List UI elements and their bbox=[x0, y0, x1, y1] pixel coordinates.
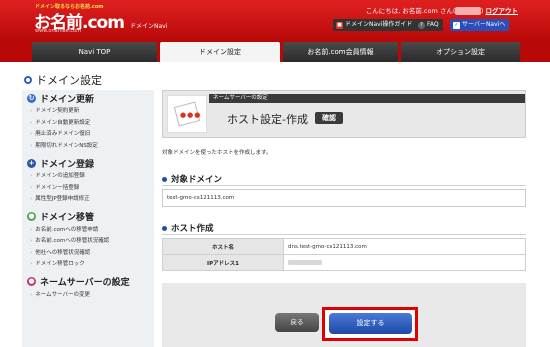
tab-domain-settings[interactable]: ドメイン設定 bbox=[160, 42, 280, 62]
sidebar-item-jp-attribute[interactable]: 属性型JP登録申請修正 bbox=[22, 194, 154, 206]
divider bbox=[162, 234, 526, 235]
step-title: ホスト設定-作成 bbox=[227, 113, 308, 126]
table-row: IPアドレス1 bbox=[162, 254, 526, 271]
tab-option-settings[interactable]: オプション設定 bbox=[401, 42, 520, 62]
target-domain-heading-text: 対象ドメイン bbox=[171, 175, 223, 185]
sidebar-item-transfer-status[interactable]: お名前.comへの移管状況確認 bbox=[22, 236, 154, 248]
divider bbox=[162, 185, 526, 186]
step-thumbnail: ●●● bbox=[167, 95, 207, 133]
sidebar-item-ns-change[interactable]: ネームサーバーの変更 bbox=[22, 290, 154, 302]
sidebar-item-auto-renewal[interactable]: ドメイン自動更新設定 bbox=[22, 118, 154, 130]
question-icon: ? bbox=[418, 21, 425, 29]
submit-settings-button[interactable]: 設定する bbox=[329, 313, 412, 334]
transfer-icon: ● bbox=[27, 212, 36, 221]
operation-guide-label: ドメインNavi操作ガイド bbox=[345, 21, 413, 28]
tab-navi-top[interactable]: Navi TOP bbox=[32, 42, 157, 62]
logo-subtitle: ドメインNavi bbox=[130, 23, 168, 30]
sidebar-item-transfer-request[interactable]: お名前.comへの移管申請 bbox=[22, 225, 154, 237]
page-title: ドメイン設定 bbox=[24, 72, 102, 88]
logo-url: www.onamae.com bbox=[35, 28, 81, 34]
sidebar-section-transfer: ● ドメイン移管 bbox=[22, 209, 154, 225]
faq-button[interactable]: ? FAQ bbox=[415, 19, 443, 31]
sidebar-section-title: ネームサーバーの設定 bbox=[40, 278, 130, 288]
ip-address-label: IPアドレス1 bbox=[162, 254, 284, 271]
sidebar-item-expired-ns[interactable]: 期限切れドメインNS設定 bbox=[22, 141, 154, 153]
operation-guide-button[interactable]: ■ ドメインNavi操作ガイド bbox=[333, 19, 417, 31]
page-description: 対象ドメインを使ったホストを作成します。 bbox=[162, 150, 272, 156]
back-button[interactable]: 戻る bbox=[275, 313, 319, 332]
ring-bullet-icon bbox=[24, 76, 32, 84]
server-navi-button[interactable]: ✓ サーバーNaviへ bbox=[450, 19, 510, 31]
table-row: ホスト名 dns.test-gmo-cs121113.com bbox=[162, 238, 526, 255]
host-name-value: dns.test-gmo-cs121113.com bbox=[283, 238, 526, 255]
server-navi-label: サーバーNaviへ bbox=[462, 21, 506, 28]
welcome-message: こんにちは, お名前.com さん(******) ログアウト bbox=[366, 5, 518, 15]
host-create-heading-text: ホスト作成 bbox=[171, 224, 214, 234]
sidebar-item-contract-renewal[interactable]: ドメイン契約更新 bbox=[22, 106, 154, 118]
host-create-heading: ホスト作成 bbox=[162, 222, 214, 234]
faq-label: FAQ bbox=[427, 21, 439, 28]
logout-link[interactable]: ログアウト bbox=[486, 7, 519, 15]
target-domain-value: test-gmo-cs121113.com bbox=[162, 189, 526, 207]
welcome-prefix: こんにちは, お名前.com さん( bbox=[365, 7, 456, 15]
host-name-label: ホスト名 bbox=[162, 238, 284, 255]
refresh-icon: ↻ bbox=[27, 93, 36, 103]
site-header: ドメイン取るならお名前.com お名前.com www.onamae.com ド… bbox=[0, 0, 550, 42]
bullet-dot-icon bbox=[162, 176, 167, 182]
plus-icon: + bbox=[27, 158, 36, 168]
sidebar-item-outbound-status[interactable]: 他社への移管状況確認 bbox=[22, 248, 154, 260]
step-status-badge: 確認 bbox=[315, 112, 343, 124]
step-category-bar: ネームサーバーの設定 bbox=[209, 94, 525, 103]
book-icon: ■ bbox=[336, 21, 343, 29]
sidebar-section-title: ドメイン更新 bbox=[40, 94, 95, 105]
ip-address-value bbox=[283, 254, 526, 271]
masked-user-id: ****** bbox=[455, 7, 481, 15]
check-icon: ✓ bbox=[453, 21, 460, 29]
page-title-text: ドメイン設定 bbox=[36, 74, 102, 87]
tab-member-info[interactable]: お名前.com会員情報 bbox=[283, 42, 398, 62]
dots-icon: ●●● bbox=[180, 111, 202, 119]
sidebar-section-update: ↻ ドメイン更新 bbox=[22, 90, 154, 106]
sidebar-item-bulk-register[interactable]: ドメイン一括登録 bbox=[22, 183, 154, 195]
sidebar-section-nameserver: ● ネームサーバーの設定 bbox=[22, 274, 154, 290]
target-domain-heading: 対象ドメイン bbox=[162, 173, 222, 185]
sidebar-item-restore[interactable]: 廃止済みドメイン復旧 bbox=[22, 129, 154, 141]
bullet-dot-icon bbox=[162, 225, 167, 231]
server-icon: ● bbox=[27, 277, 36, 286]
sidebar-section-title: ドメイン登録 bbox=[40, 159, 95, 170]
host-create-table: ホスト名 dns.test-gmo-cs121113.com IPアドレス1 bbox=[162, 238, 526, 271]
sidebar-item-add-domain[interactable]: ドメインの追加登録 bbox=[22, 171, 154, 183]
step-header: ●●● ネームサーバーの設定 ホスト設定-作成 確認 bbox=[162, 90, 526, 138]
sidebar-section-register: + ドメイン登録 bbox=[22, 155, 154, 171]
sidebar: ↻ ドメイン更新 ドメイン契約更新 ドメイン自動更新設定 廃止済みドメイン復旧 … bbox=[22, 90, 154, 347]
sidebar-section-title: ドメイン移管 bbox=[40, 213, 95, 223]
sidebar-item-transfer-lock[interactable]: ドメイン移管ロック bbox=[22, 259, 154, 271]
masked-ip-address bbox=[288, 259, 322, 265]
main-tab-bar: Navi TOP ドメイン設定 お名前.com会員情報 オプション設定 bbox=[0, 42, 550, 62]
